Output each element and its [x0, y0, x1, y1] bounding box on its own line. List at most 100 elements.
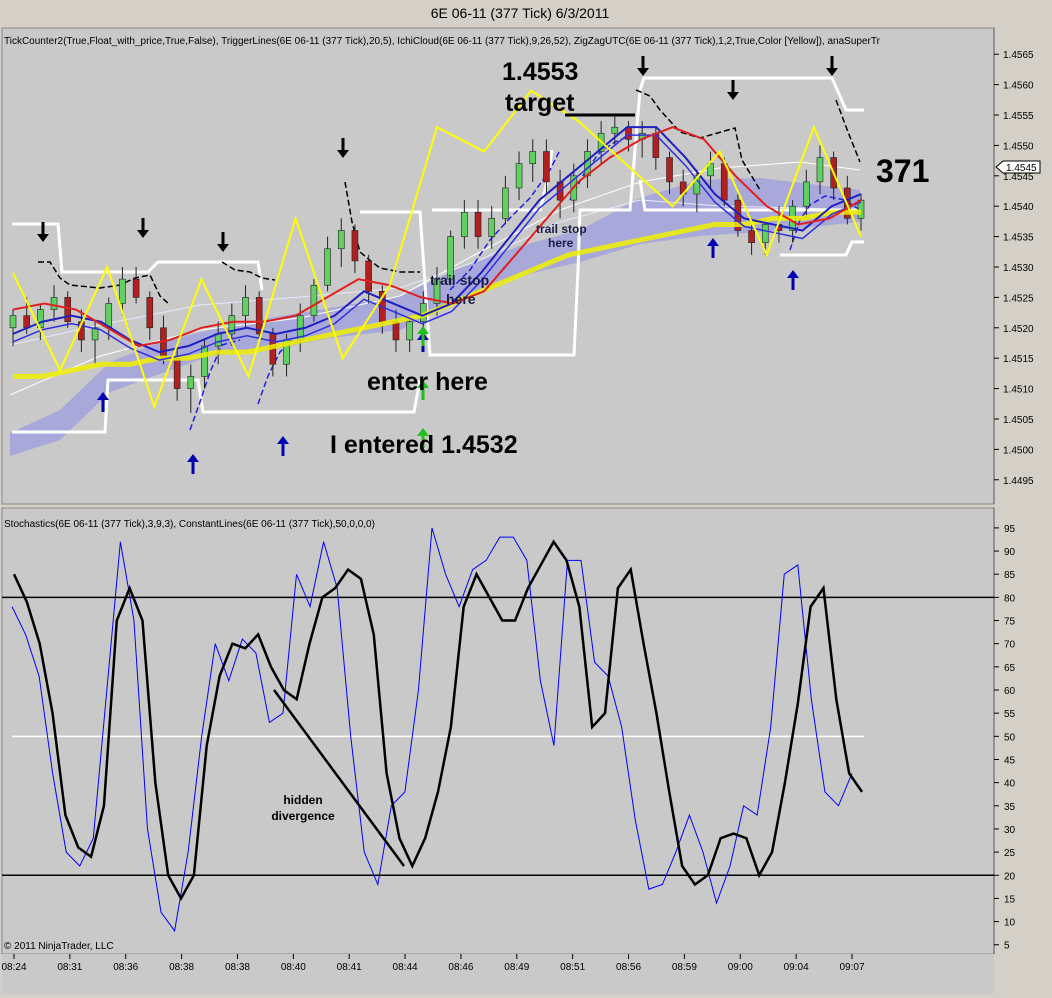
candle-down [748, 230, 755, 243]
price-tick-label: 1.4525 [1003, 293, 1034, 304]
candle-down [392, 321, 400, 341]
time-tick-label: 08:38 [225, 962, 250, 973]
candle-up [105, 303, 113, 329]
price-tick-label: 1.4555 [1003, 111, 1034, 122]
candle-up [201, 345, 208, 377]
price-tick-label: 1.4560 [1003, 81, 1034, 92]
candle-down [146, 297, 154, 329]
price-tick-label: 1.4535 [1003, 233, 1034, 244]
candle-up [119, 278, 126, 304]
candle-up [9, 315, 17, 329]
candle-up [324, 248, 331, 286]
tick-counter-label: 371 [876, 153, 929, 189]
trail-stop-label-2b: here [548, 236, 574, 250]
price-tick-label: 1.4550 [1003, 141, 1034, 152]
candle-down [351, 230, 359, 262]
candle-down [173, 357, 181, 389]
target-label: target [505, 89, 575, 117]
trail-stop-label-1b: here [446, 291, 476, 307]
candle-up [529, 151, 537, 164]
candle-down [474, 211, 482, 237]
trail-stop-label-2a: trail stop [536, 222, 587, 236]
time-tick-label: 09:04 [784, 962, 809, 973]
candle-down [23, 315, 30, 329]
candle-down [666, 157, 673, 183]
candle-up [214, 333, 222, 347]
candle-down [365, 260, 372, 292]
price-tick-label: 1.4510 [1003, 385, 1034, 396]
stochastics-tick-label: 70 [1004, 640, 1016, 651]
candle-down [720, 163, 728, 201]
stochastics-tick-label: 30 [1004, 825, 1016, 836]
chart-canvas: 6E 06-11 (377 Tick) 6/3/2011 1.4495 1.450… [0, 0, 1052, 998]
stochastics-tick-label: 90 [1004, 547, 1016, 558]
time-tick-label: 08:46 [448, 962, 473, 973]
candle-down [255, 297, 263, 335]
time-tick-label: 08:41 [337, 962, 362, 973]
time-tick-label: 08:51 [560, 962, 585, 973]
stochastics-indicator-header: Stochastics(6E 06-11 (377 Tick),3,9,3), … [4, 519, 375, 530]
candle-down [132, 278, 140, 298]
candle-down [160, 327, 167, 359]
candle-down [64, 297, 72, 323]
entered-price-label: I entered 1.4532 [330, 431, 518, 459]
stochastics-tick-label: 95 [1004, 524, 1016, 535]
stochastics-tick-label: 60 [1004, 686, 1016, 697]
candle-up [761, 224, 769, 243]
price-tick-label: 1.4495 [1003, 476, 1034, 487]
time-tick-label: 08:56 [616, 962, 641, 973]
stochastics-tick-label: 65 [1004, 663, 1016, 674]
stochastics-tick-label: 10 [1004, 918, 1016, 929]
stochastics-tick-label: 25 [1004, 848, 1016, 859]
price-tick-label: 1.4500 [1003, 445, 1034, 456]
price-tick-label: 1.4505 [1003, 415, 1034, 426]
time-tick-label: 08:38 [169, 962, 194, 973]
candle-up [515, 163, 523, 189]
time-tick-label: 08:49 [504, 962, 529, 973]
price-tick-label: 1.4520 [1003, 324, 1034, 335]
time-tick-label: 09:00 [728, 962, 753, 973]
price-tick-label: 1.4530 [1003, 263, 1034, 274]
target-price-label: 1.4553 [502, 58, 578, 86]
candle-up [816, 157, 824, 183]
price-tick-label: 1.4515 [1003, 354, 1034, 365]
candle-up [406, 321, 413, 341]
hidden-divergence-label-1: hidden [283, 793, 322, 807]
candle-up [337, 230, 345, 250]
time-tick-label: 08:40 [281, 962, 306, 973]
window-title: 6E 06-11 (377 Tick) 6/3/2011 [431, 5, 610, 21]
enter-here-label: enter here [367, 368, 488, 396]
time-tick-label: 09:07 [839, 962, 864, 973]
time-tick-label: 08:31 [57, 962, 82, 973]
time-tick-label: 08:44 [393, 962, 418, 973]
price-tick-label: 1.4565 [1003, 50, 1034, 61]
time-tick-label: 08:36 [113, 962, 138, 973]
time-axis-panel [2, 954, 994, 994]
trail-stop-label-1a: trail stop [430, 272, 489, 288]
current-price-label: 1.4545 [1006, 163, 1037, 174]
candle-up [310, 284, 318, 316]
stochastics-tick-label: 15 [1004, 894, 1016, 905]
candle-up [611, 126, 619, 134]
candle-up [461, 211, 468, 237]
candle-up [502, 187, 509, 219]
stochastics-tick-label: 45 [1004, 755, 1016, 766]
stochastics-tick-label: 5 [1004, 941, 1010, 952]
stochastics-tick-label: 40 [1004, 779, 1016, 790]
candle-up [50, 297, 58, 310]
candle-up [488, 218, 496, 237]
candle-up [187, 376, 195, 389]
price-indicator-header: TickCounter2(True,Float_with_price,True,… [4, 36, 881, 47]
time-tick-label: 08:24 [1, 962, 26, 973]
copyright-label: © 2011 NinjaTrader, LLC [4, 941, 114, 952]
stochastics-tick-label: 85 [1004, 570, 1016, 581]
price-tick-label: 1.4540 [1003, 202, 1034, 213]
hidden-divergence-label-2: divergence [271, 809, 335, 823]
stochastics-tick-label: 35 [1004, 802, 1016, 813]
stochastics-tick-label: 80 [1004, 593, 1016, 604]
stochastics-tick-label: 50 [1004, 732, 1016, 743]
candle-down [543, 151, 550, 183]
stochastics-tick-label: 55 [1004, 709, 1016, 720]
stochastics-tick-label: 20 [1004, 871, 1016, 882]
candle-up [802, 181, 810, 207]
